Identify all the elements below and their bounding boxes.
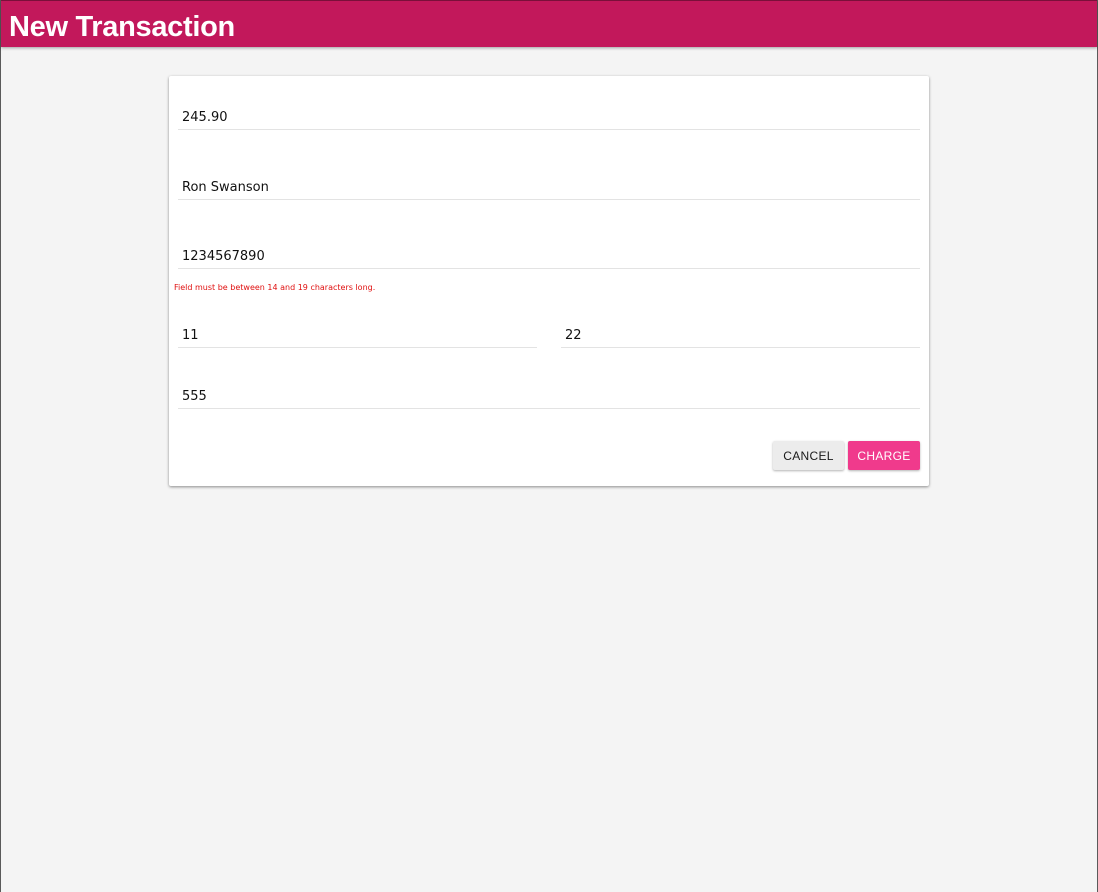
app-bar: New Transaction <box>1 0 1097 47</box>
amount-input[interactable] <box>178 107 920 127</box>
cancel-button[interactable]: CANCEL <box>773 441 844 470</box>
card-number-error-message: Field must be between 14 and 19 characte… <box>174 283 376 292</box>
cvv-field-container <box>178 386 920 409</box>
expiry-year-field-container <box>561 325 920 348</box>
cardholder-name-field-container <box>178 177 920 200</box>
page-title: New Transaction <box>9 11 235 43</box>
card-number-input[interactable] <box>178 246 920 266</box>
expiry-month-field-container <box>178 325 537 348</box>
charge-button[interactable]: CHARGE <box>848 441 920 470</box>
transaction-form-card: Field must be between 14 and 19 characte… <box>169 76 929 486</box>
cardholder-name-input[interactable] <box>178 177 920 197</box>
card-number-field-container <box>178 246 920 269</box>
amount-field-container <box>178 107 920 130</box>
cvv-input[interactable] <box>178 386 920 406</box>
expiry-year-input[interactable] <box>561 325 920 345</box>
expiry-month-input[interactable] <box>178 325 537 345</box>
